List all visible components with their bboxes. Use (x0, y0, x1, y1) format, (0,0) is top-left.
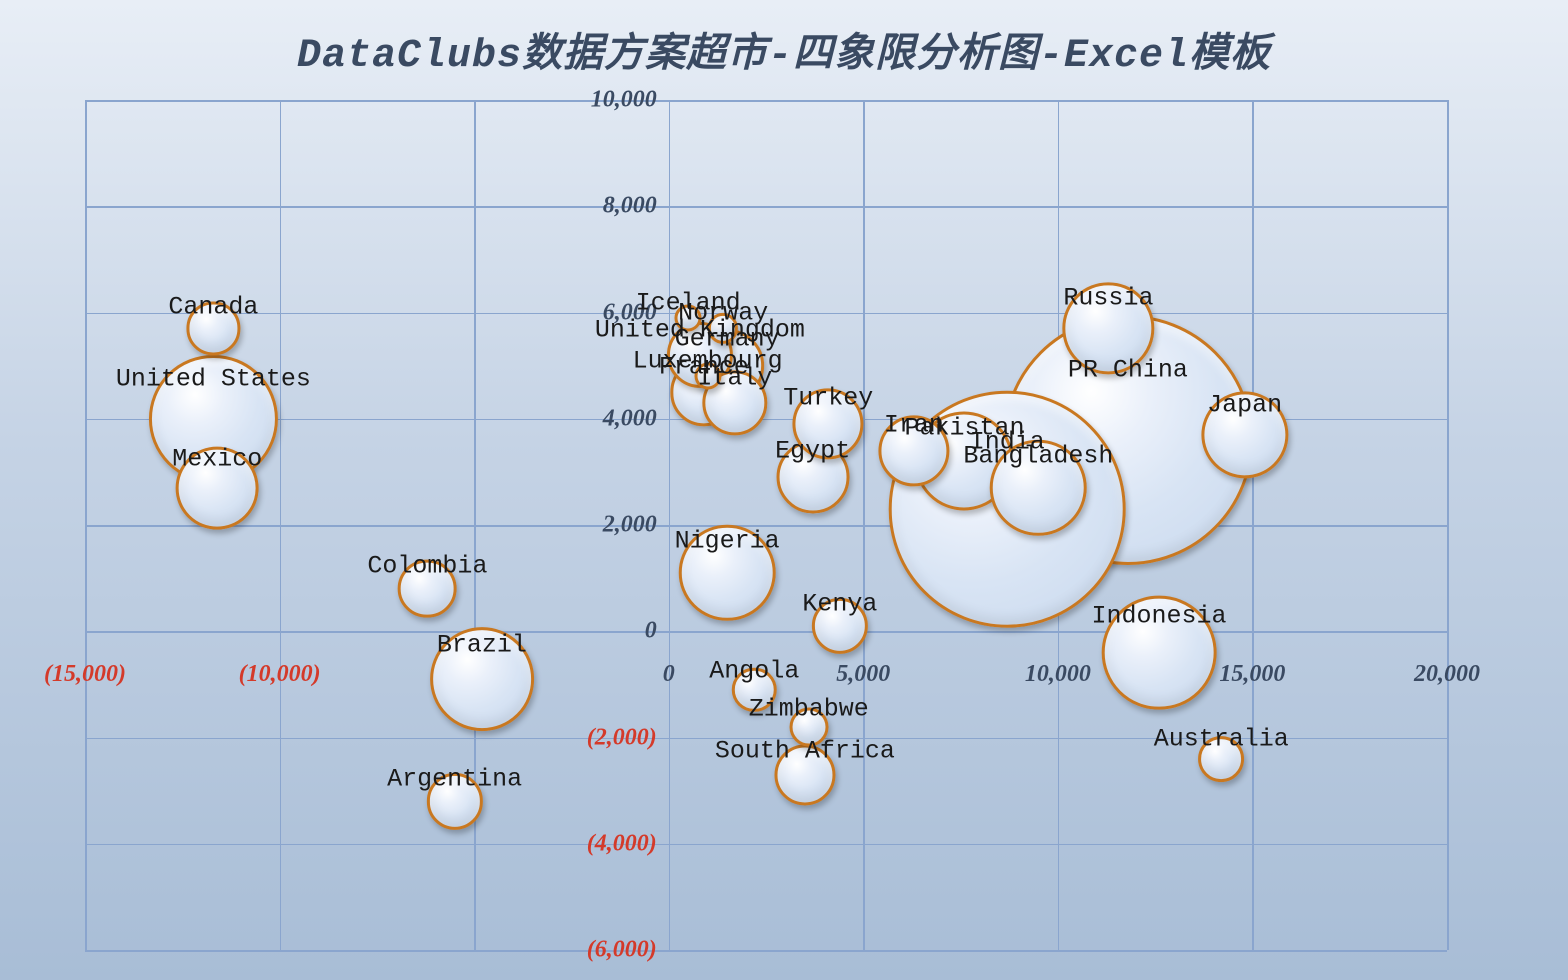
bubble-label: India (970, 427, 1045, 456)
bubble-label: Angola (709, 656, 799, 685)
x-axis-tick: 0 (663, 661, 675, 688)
grid-line-horizontal (85, 844, 1447, 846)
bubble-label: Japan (1207, 390, 1282, 419)
grid-line-horizontal (85, 100, 1447, 102)
grid-line-vertical (1447, 100, 1449, 950)
y-axis-tick: 2,000 (603, 512, 665, 539)
bubble-label: Canada (168, 293, 258, 322)
bubble-label: Australia (1154, 725, 1289, 754)
x-axis-tick: (10,000) (239, 661, 321, 688)
y-axis-tick: (4,000) (587, 830, 665, 857)
bubble-label: Russia (1063, 283, 1153, 312)
y-axis-tick: 4,000 (603, 405, 665, 432)
y-axis-tick: 0 (645, 618, 665, 645)
bubble-label: Argentina (387, 765, 522, 794)
bubble-label: Kenya (802, 589, 877, 618)
bubble-label: Mexico (172, 445, 262, 474)
x-axis-tick: 20,000 (1414, 661, 1480, 688)
y-axis-tick: (2,000) (587, 724, 665, 751)
bubble-label: PR China (1068, 355, 1188, 384)
plot-area: (15,000)(10,000)(5,000)05,00010,00015,00… (85, 100, 1447, 950)
x-axis-tick: 5,000 (836, 661, 890, 688)
bubble-label: Zimbabwe (749, 695, 869, 724)
chart-title: DataClubs数据方案超市-四象限分析图-Excel模板 (0, 20, 1568, 79)
grid-line-horizontal (85, 206, 1447, 208)
bubble-label: Colombia (367, 552, 487, 581)
x-axis-tick: 10,000 (1025, 661, 1091, 688)
bubble-label: United States (116, 364, 311, 393)
bubble-label: Turkey (783, 384, 873, 413)
bubble-label: Egypt (775, 436, 850, 465)
x-axis-tick: 15,000 (1219, 661, 1285, 688)
grid-line-horizontal (85, 950, 1447, 952)
bubble-label: Brazil (437, 631, 527, 660)
bubble-label: Indonesia (1092, 601, 1227, 630)
y-axis-tick: 8,000 (603, 193, 665, 220)
bubble-label: South Africa (715, 737, 895, 766)
bubble-label: Nigeria (675, 526, 780, 555)
y-axis-tick: 10,000 (591, 87, 665, 114)
grid-line-horizontal (85, 631, 1447, 633)
x-axis-tick: (15,000) (44, 661, 126, 688)
y-axis-tick: (6,000) (587, 937, 665, 964)
bubble-label: Italy (697, 364, 772, 393)
